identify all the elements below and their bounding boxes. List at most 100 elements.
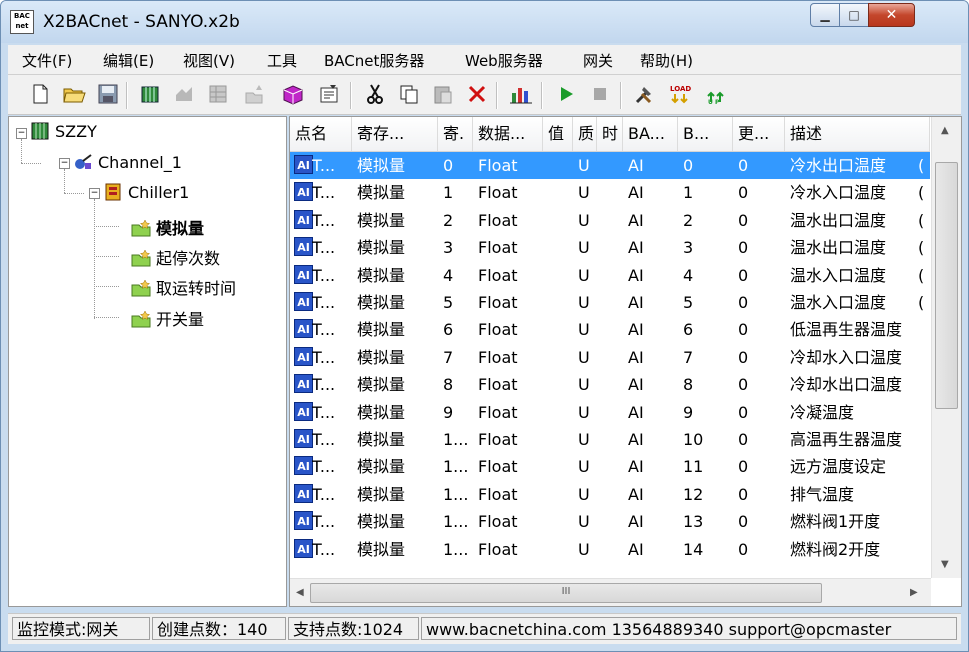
add-device-icon[interactable] — [138, 83, 162, 107]
scroll-up-icon[interactable]: ▲ — [941, 125, 949, 136]
table-row[interactable]: AI T... 模拟量 9 Float U AI 9 0 冷凝温度 — [290, 399, 930, 426]
menu-web-server[interactable]: Web服务器 — [465, 50, 543, 71]
3d-box-icon[interactable] — [281, 83, 305, 107]
menu-view[interactable]: 视图(V) — [183, 50, 235, 71]
copy-icon[interactable] — [397, 83, 421, 107]
save-icon[interactable] — [96, 83, 120, 107]
menu-file[interactable]: 文件(F) — [22, 50, 72, 71]
cell-upd: 0 — [738, 539, 749, 559]
tree-node-group[interactable]: 取运转时间 — [131, 275, 236, 299]
cell-t — [597, 289, 623, 316]
cell-reg: 模拟量 — [357, 430, 406, 449]
table-row[interactable]: AI T... 模拟量 1... Float U AI 12 0 排气温度 — [290, 481, 930, 508]
table-row[interactable]: AI T... 模拟量 3 Float U AI 3 0 温水出口温度( — [290, 234, 930, 261]
table-row[interactable]: AI T... 模拟量 1... Float U AI 14 0 燃料阀2开度 — [290, 536, 930, 563]
horizontal-scrollbar[interactable]: ◀ III ▶ — [290, 578, 931, 606]
cell-name: T... — [312, 320, 336, 340]
cell-val — [543, 234, 573, 261]
horizontal-scroll-thumb[interactable]: III — [310, 583, 822, 603]
cell-extra: ( — [918, 238, 925, 258]
table-row[interactable]: AI T... 模拟量 6 Float U AI 6 0 低温再生器温度 — [290, 316, 930, 343]
collapse-toggle[interactable]: − — [59, 158, 70, 169]
add-table-icon[interactable] — [206, 83, 230, 107]
table-row[interactable]: AI T... 模拟量 1... Float U AI 11 0 远方温度设定 — [290, 453, 930, 480]
table-row[interactable]: AI T... 模拟量 4 Float U AI 4 0 温水入口温度( — [290, 262, 930, 289]
cell-ba: AI — [628, 430, 644, 449]
column-header[interactable]: 寄. — [438, 117, 473, 151]
cell-upd: 0 — [738, 347, 749, 367]
tools-icon[interactable] — [633, 83, 657, 107]
tree-node-group[interactable]: 起停次数 — [131, 245, 220, 269]
cell-upd: 0 — [738, 402, 749, 422]
monitor-icon[interactable] — [508, 83, 532, 107]
table-row[interactable]: AI T... 模拟量 1 Float U AI 1 0 冷水入口温度( — [290, 179, 930, 206]
cell-q: U — [578, 293, 590, 312]
collapse-toggle[interactable]: − — [16, 128, 27, 139]
cut-icon[interactable] — [363, 83, 387, 107]
cell-addr: 2 — [443, 210, 454, 230]
menu-help[interactable]: 帮助(H) — [640, 50, 693, 71]
column-header[interactable]: 质 — [573, 117, 597, 151]
vertical-scroll-thumb[interactable] — [935, 162, 958, 409]
app-window: BAC net X2BACnet - SANYO.x2b ▁ □ ✕ 文件(F)… — [0, 0, 969, 652]
column-header[interactable]: 点名 — [290, 117, 352, 151]
load-icon[interactable]: LOAD — [668, 83, 692, 107]
column-header[interactable]: B... — [678, 117, 733, 151]
menu-edit[interactable]: 编辑(E) — [103, 50, 154, 71]
paste-icon[interactable] — [431, 83, 455, 107]
scroll-right-icon[interactable]: ▶ — [910, 587, 918, 598]
cell-t — [597, 481, 623, 508]
delete-icon[interactable] — [465, 83, 489, 107]
cell-extra: ( — [918, 210, 925, 230]
tree-node-group[interactable]: 模拟量 — [131, 215, 204, 239]
tree-node-device[interactable]: Chiller1 — [103, 183, 189, 202]
tree-node-channel[interactable]: Channel_1 — [73, 153, 182, 172]
cell-desc: 燃料阀2开度 — [790, 539, 881, 559]
open-folder-icon[interactable] — [62, 83, 86, 107]
menu-gateway[interactable]: 网关 — [583, 50, 613, 71]
table-row[interactable]: AI T... 模拟量 0 Float U AI 0 0 冷水出口温度( — [290, 152, 930, 179]
tree-line — [94, 199, 95, 319]
title-bar[interactable]: BAC net X2BACnet - SANYO.x2b ▁ □ ✕ — [1, 1, 968, 43]
vertical-scrollbar[interactable]: ▲ ▼ — [931, 117, 961, 578]
analog-input-icon: AI — [294, 209, 313, 229]
column-header[interactable]: 更... — [733, 117, 785, 151]
column-header[interactable]: 值 — [543, 117, 573, 151]
add-point-icon[interactable] — [172, 83, 196, 107]
column-header[interactable]: 寄存... — [352, 117, 438, 151]
app-icon: BAC net — [10, 10, 34, 34]
tree-node-group[interactable]: 开关量 — [131, 306, 204, 330]
collapse-toggle[interactable]: − — [89, 188, 100, 199]
cell-addr: 3 — [443, 238, 454, 258]
table-row[interactable]: AI T... 模拟量 1... Float U AI 10 0 高温再生器温度 — [290, 426, 930, 453]
menu-tools[interactable]: 工具 — [267, 50, 297, 71]
scroll-left-icon[interactable]: ◀ — [296, 587, 304, 598]
table-row[interactable]: AI T... 模拟量 7 Float U AI 7 0 冷却水入口温度 — [290, 344, 930, 371]
table-row[interactable]: AI T... 模拟量 1... Float U AI 13 0 燃料阀1开度 — [290, 508, 930, 535]
column-header[interactable]: BA... — [623, 117, 678, 151]
new-file-icon[interactable] — [28, 83, 52, 107]
table-row[interactable]: AI T... 模拟量 8 Float U AI 8 0 冷却水出口温度 — [290, 371, 930, 398]
cell-ba: AI — [628, 457, 644, 477]
analog-input-icon: AI — [294, 346, 313, 366]
column-header[interactable]: 数据... — [473, 117, 543, 151]
properties-icon[interactable] — [317, 83, 341, 107]
cell-dtype: Float — [478, 265, 518, 285]
menu-bacnet-server[interactable]: BACnet服务器 — [324, 50, 424, 71]
stop-icon[interactable] — [588, 83, 612, 107]
column-header[interactable]: 时 — [597, 117, 623, 151]
import-icon[interactable] — [242, 83, 266, 107]
column-header[interactable]: 描述 — [785, 117, 930, 151]
maximize-button[interactable]: □ — [839, 3, 869, 27]
minimize-button[interactable]: ▁ — [810, 3, 840, 27]
run-icon[interactable] — [554, 83, 578, 107]
table-row[interactable]: AI T... 模拟量 2 Float U AI 2 0 温水出口温度( — [290, 207, 930, 234]
close-button[interactable]: ✕ — [868, 3, 915, 27]
scroll-down-icon[interactable]: ▼ — [941, 559, 949, 570]
table-row[interactable]: AI T... 模拟量 5 Float U AI 5 0 温水入口温度( — [290, 289, 930, 316]
tree-node-root[interactable]: SZZY — [30, 122, 97, 141]
cell-val — [543, 262, 573, 289]
upload-icon[interactable]: U P — [704, 83, 728, 107]
toolbar-separator — [620, 82, 622, 109]
cell-q: U — [578, 320, 590, 340]
